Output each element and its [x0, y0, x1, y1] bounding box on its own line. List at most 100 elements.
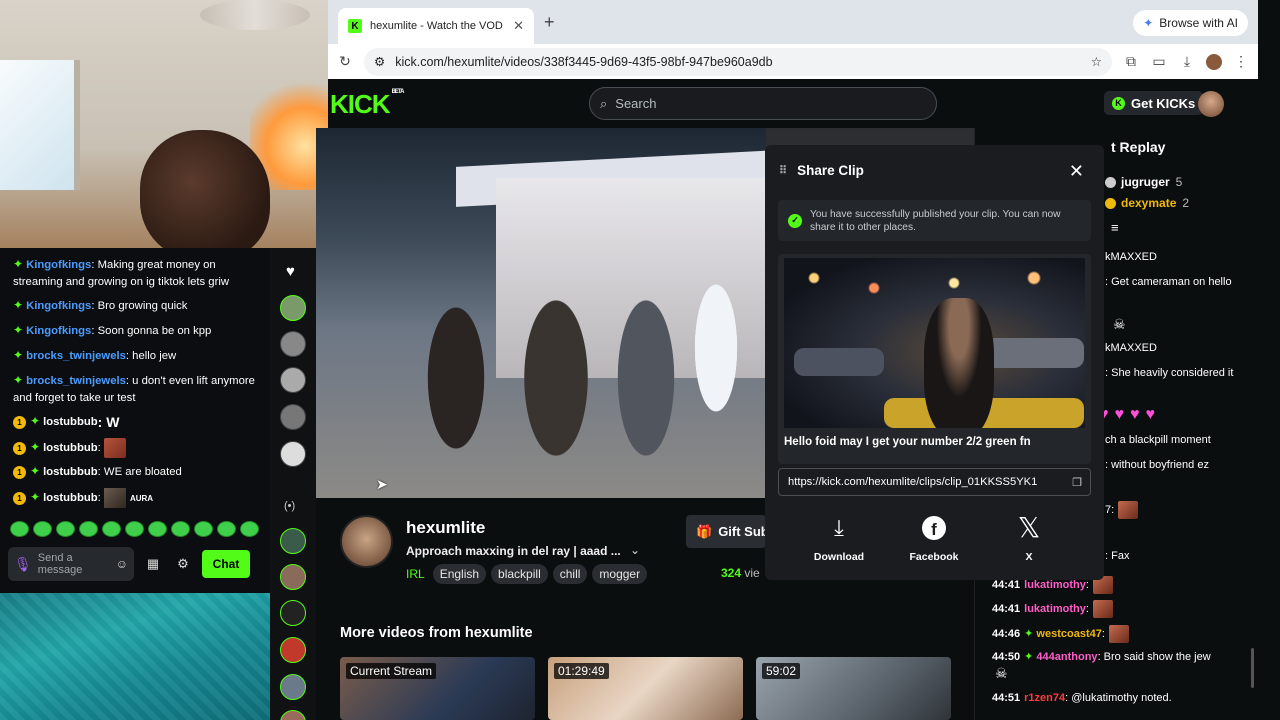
- emote-button[interactable]: [148, 521, 167, 537]
- user-avatar[interactable]: [1198, 91, 1224, 117]
- emote-button[interactable]: [125, 521, 144, 537]
- emote-button[interactable]: [56, 521, 75, 537]
- facebook-icon: f: [922, 516, 946, 540]
- filter-icon[interactable]: ≡: [1111, 220, 1119, 235]
- site-header: KICK BETA ⌕ Search K Get KICKs: [328, 79, 1258, 128]
- emote-button[interactable]: [10, 521, 29, 537]
- emote-button[interactable]: [240, 521, 259, 537]
- emote-button[interactable]: [217, 521, 236, 537]
- extensions-icon[interactable]: ⧉: [1122, 53, 1140, 70]
- emoji-picker-icon[interactable]: ☺: [116, 558, 128, 570]
- chat-username[interactable]: brocks_twinjewels: [26, 375, 126, 387]
- close-icon[interactable]: ✕: [1069, 161, 1084, 182]
- recommended-channel-avatar[interactable]: [280, 710, 306, 720]
- gift-sub-button[interactable]: 🎁 Gift Sub: [686, 515, 766, 548]
- tag-chip[interactable]: chill: [552, 564, 588, 584]
- chat-text: : WE are bloated: [97, 466, 182, 478]
- chat-line: 7:: [1105, 501, 1139, 519]
- live-channels-icon[interactable]: (•): [284, 500, 295, 512]
- chat-username[interactable]: lostubbub: [43, 442, 98, 454]
- more-menu-icon[interactable]: ⋮: [1232, 53, 1250, 70]
- emote-button[interactable]: [79, 521, 98, 537]
- chat-username[interactable]: r1zen74: [1024, 692, 1065, 704]
- get-kicks-button[interactable]: K Get KICKs: [1104, 91, 1204, 115]
- site-info-icon[interactable]: ⚙: [374, 54, 385, 69]
- followed-channel-avatar[interactable]: [280, 367, 306, 393]
- chat-username[interactable]: lostubbub: [43, 466, 98, 478]
- chat-username[interactable]: 444anthony: [1036, 651, 1097, 663]
- chat-username[interactable]: Kingofkings: [26, 259, 91, 271]
- category-link[interactable]: IRL: [406, 567, 425, 581]
- search-input[interactable]: ⌕ Search: [589, 87, 937, 120]
- kick-logo[interactable]: KICK BETA: [330, 89, 404, 120]
- gifter-name[interactable]: jugruger: [1121, 175, 1170, 189]
- emote-button[interactable]: [33, 521, 52, 537]
- chat-username[interactable]: Kingofkings: [26, 300, 91, 312]
- chat-username[interactable]: lukatimothy: [1024, 603, 1086, 615]
- channel-avatar[interactable]: [340, 515, 393, 568]
- close-tab-icon[interactable]: ✕: [513, 18, 524, 34]
- address-bar[interactable]: ⚙ kick.com/hexumlite/videos/338f3445-9d6…: [364, 47, 1112, 76]
- clip-link-field[interactable]: https://kick.com/hexumlite/clips/clip_01…: [778, 468, 1091, 496]
- tag-chip[interactable]: English: [432, 564, 487, 584]
- sub-badge-icon: ✦: [1024, 651, 1037, 663]
- x-logo-icon: 𝕏: [1017, 511, 1041, 544]
- bookmark-star-icon[interactable]: ☆: [1091, 54, 1102, 69]
- browse-with-ai-button[interactable]: ✦ Browse with AI: [1133, 10, 1248, 36]
- chat-username[interactable]: Kingofkings: [26, 325, 91, 337]
- kick-logo-text: KICK: [330, 89, 391, 119]
- browser-tab[interactable]: K hexumlite - Watch the VOD o ✕: [338, 8, 534, 44]
- chat-username[interactable]: lostubbub: [43, 416, 98, 428]
- following-heart-icon[interactable]: ♥: [286, 263, 295, 280]
- aura-emote-label: AURA: [129, 493, 154, 503]
- microphone-icon[interactable]: 🎙: [14, 557, 32, 571]
- followed-channel-avatar[interactable]: [280, 404, 306, 430]
- emote-button[interactable]: [194, 521, 213, 537]
- video-thumbnail[interactable]: 01:29:49: [548, 657, 743, 720]
- recommended-channel-avatar[interactable]: [280, 528, 306, 554]
- chat-username[interactable]: lostubbub: [43, 492, 98, 504]
- emote-button[interactable]: [102, 521, 121, 537]
- tag-chip[interactable]: blackpill: [491, 564, 548, 584]
- x-share-option[interactable]: 𝕏 X: [989, 511, 1069, 564]
- emote-button[interactable]: [171, 521, 190, 537]
- chat-username[interactable]: brocks_twinjewels: [26, 350, 126, 362]
- recommended-channel-avatar[interactable]: [280, 674, 306, 700]
- clip-preview-card[interactable]: Hello foid may I get your number 2/2 gre…: [778, 254, 1091, 464]
- clip-car: [794, 348, 884, 376]
- chat-username[interactable]: westcoast47: [1036, 628, 1101, 640]
- dialog-header: ⠿ Share Clip: [779, 163, 864, 178]
- chat-text: :: [97, 441, 101, 454]
- chat-message-input[interactable]: 🎙 Send a message ☺: [8, 547, 134, 581]
- chat-message: 1 ✦ lostubbub: WE are bloated: [13, 463, 259, 481]
- recommended-channel-avatar[interactable]: [280, 564, 306, 590]
- clip-thumbnail[interactable]: [784, 258, 1085, 428]
- channel-name[interactable]: hexumlite: [406, 518, 485, 538]
- chat-scrollbar[interactable]: [1251, 648, 1254, 688]
- download-icon[interactable]: ⤓: [1178, 53, 1196, 70]
- settings-gear-icon[interactable]: ⚙: [172, 556, 194, 572]
- tag-chip[interactable]: mogger: [592, 564, 648, 584]
- video-thumbnail[interactable]: 59:02: [756, 657, 951, 720]
- ocean-background: [0, 593, 270, 720]
- gifter-name[interactable]: dexymate: [1121, 196, 1176, 210]
- chat-send-button[interactable]: Chat: [202, 550, 250, 578]
- new-tab-button[interactable]: +: [544, 12, 555, 33]
- drag-handle-icon[interactable]: ⠿: [779, 164, 787, 177]
- followed-channel-avatar[interactable]: [280, 331, 306, 357]
- facebook-share-option[interactable]: f Facebook: [894, 513, 974, 563]
- followed-channel-avatar[interactable]: [280, 295, 306, 321]
- followed-channel-avatar[interactable]: [280, 441, 306, 467]
- cast-icon[interactable]: ▭: [1150, 53, 1168, 70]
- download-option[interactable]: ⤓ Download: [799, 513, 879, 564]
- chat-username[interactable]: lukatimothy: [1024, 579, 1086, 591]
- recommended-channel-avatar[interactable]: [280, 637, 306, 663]
- profile-avatar[interactable]: [1206, 53, 1222, 70]
- copy-icon[interactable]: ❐: [1072, 476, 1082, 489]
- recommended-channel-avatar[interactable]: [280, 600, 306, 626]
- chevron-down-icon[interactable]: ⌄: [630, 543, 640, 557]
- gift-icon[interactable]: ▦: [142, 556, 164, 572]
- heart-emotes: ♥♥♥♥: [1099, 406, 1161, 423]
- reload-icon[interactable]: ↻: [336, 53, 354, 70]
- video-thumbnail[interactable]: Current Stream: [340, 657, 535, 720]
